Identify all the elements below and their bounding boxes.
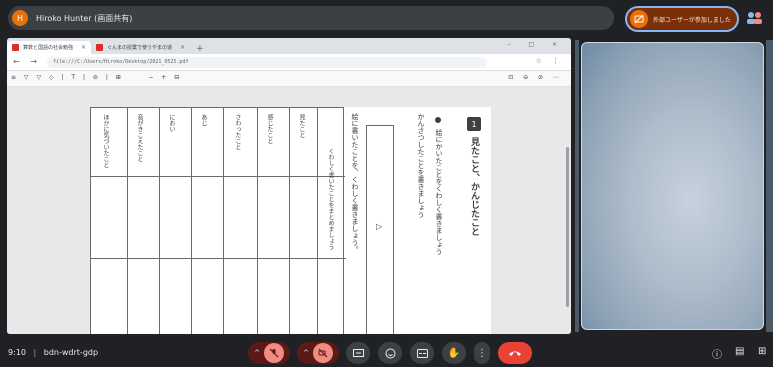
captions-button[interactable] xyxy=(410,342,434,364)
tile-edge xyxy=(575,40,579,332)
address-bar-icons[interactable]: ☆ ⋮ xyxy=(535,57,563,65)
browser-tab[interactable]: ぐんまの授業で使うやまの道 × xyxy=(91,41,190,54)
answer-box: ▷ xyxy=(366,125,394,334)
external-user-notice-label: 外部ユーザーが参加しました xyxy=(653,16,731,24)
activities-icon[interactable]: ⊞ xyxy=(758,346,766,357)
clock-time: 9:10 xyxy=(8,348,26,357)
column-label: 見たこと xyxy=(298,114,305,138)
presenter-banner[interactable]: H Hiroko Hunter (画面共有) xyxy=(8,6,614,30)
window-controls[interactable]: – □ × xyxy=(507,41,565,48)
browser-tab-strip: 算数と国語の社会勉強 × ぐんまの授業で使うやまの道 × + – □ × xyxy=(7,38,571,54)
mic-off-icon xyxy=(269,348,279,358)
column-label: あじ xyxy=(200,114,207,126)
section-number-badge: 1 xyxy=(467,117,481,131)
pdf-toolbar-right-icons[interactable]: ⊡ ⊖ ⊘ ⋯ xyxy=(508,74,563,81)
hand-icon: ✋ xyxy=(447,347,461,359)
captions-icon xyxy=(416,348,428,358)
mic-off-button[interactable] xyxy=(263,343,284,363)
external-user-notice-button[interactable]: 外部ユーザーが参加しました xyxy=(625,6,739,32)
shared-screen: 算数と国語の社会勉強 × ぐんまの授業で使うやまの道 × + – □ × ← →… xyxy=(7,38,571,334)
camera-off-button[interactable] xyxy=(312,343,333,363)
instruction-2: 絵にかいたことをくわしく書きましょう xyxy=(435,129,443,255)
emoji-button[interactable] xyxy=(378,342,402,364)
column-label: さわったこと xyxy=(234,114,241,150)
instruction-1: かんさつしたことを書きましょう xyxy=(417,113,425,218)
meeting-info: 9:10 | bdn-wdrt-gdp xyxy=(8,348,99,357)
new-tab-icon[interactable]: + xyxy=(190,44,210,54)
present-button[interactable] xyxy=(346,342,370,364)
camera-off-icon xyxy=(318,348,328,358)
top-bar: H Hiroko Hunter (画面共有) 外部ユーザーが参加しました xyxy=(0,0,773,38)
column-label: 音がきこえたこと xyxy=(136,114,143,162)
pdf-toolbar: ≡ ▽ ▽ ◇ | T | ⊘ | ⊞ − + ⊟ ⊡ ⊖ ⊘ ⋯ xyxy=(7,71,571,87)
tab-label: ぐんまの授業で使うやまの道 xyxy=(107,45,173,51)
pdf-page: ほかに気づいたこと 音がきこえたこと におい あじ さわったこと 感じたこと 見… xyxy=(90,107,491,334)
instruction-3: 絵に書いたことを、くわしく書きましょう。 xyxy=(351,113,359,253)
camera-control[interactable]: ^ xyxy=(297,342,339,364)
arrow-icon: ▷ xyxy=(376,222,383,231)
browser-tab[interactable]: 算数と国語の社会勉強 × xyxy=(7,41,92,54)
participant-video-tile[interactable] xyxy=(581,42,764,330)
more-options-button[interactable]: ⋮ xyxy=(474,342,490,364)
address-bar: ← → ⟳ file:///C:/Users/Hiroko/Desktop/20… xyxy=(7,54,571,71)
column-label: ほかに気づいたこと xyxy=(102,114,109,168)
close-tab-icon[interactable]: × xyxy=(81,44,86,51)
prompt-column: くわしく書いたことをまとめましょう xyxy=(317,108,346,334)
section-heading: 見たこと、かんじたこと xyxy=(469,137,479,236)
tab-label: 算数と国語の社会勉強 xyxy=(23,45,74,51)
scrollbar[interactable] xyxy=(566,147,569,307)
chat-icon[interactable]: ▤ xyxy=(735,346,744,357)
more-vert-icon: ⋮ xyxy=(477,347,487,359)
pdf-tools[interactable]: ≡ ▽ ▽ ◇ | T | ⊘ | ⊞ − + ⊟ xyxy=(11,74,182,81)
bottom-bar: 9:10 | bdn-wdrt-gdp ^ ^ ✋ ⋮ ⓘ ▤ ⊞ xyxy=(0,338,773,367)
info-icon[interactable]: ⓘ xyxy=(712,346,722,361)
column-label: 感じたこと xyxy=(266,114,273,144)
meeting-code: bdn-wdrt-gdp xyxy=(43,348,99,357)
pdf-icon xyxy=(12,44,19,51)
close-tab-icon[interactable]: × xyxy=(180,44,185,51)
chevron-up-icon[interactable]: ^ xyxy=(303,349,309,357)
people-icon[interactable] xyxy=(743,9,769,27)
leave-call-button[interactable] xyxy=(498,342,532,364)
bullet-icon xyxy=(435,117,441,123)
chevron-up-icon[interactable]: ^ xyxy=(254,349,260,357)
present-icon xyxy=(352,348,364,357)
external-user-icon xyxy=(630,10,648,28)
hang-up-icon xyxy=(509,351,521,356)
column-label: におい xyxy=(168,114,175,132)
tile-edge xyxy=(766,40,773,332)
raise-hand-button[interactable]: ✋ xyxy=(442,342,466,364)
presenter-avatar: H xyxy=(12,10,28,26)
pdf-viewer: ほかに気づいたこと 音がきこえたこと におい あじ さわったこと 感じたこと 見… xyxy=(7,87,571,334)
presenter-label: Hiroko Hunter (画面共有) xyxy=(36,13,133,23)
url-input[interactable]: file:///C:/Users/Hiroko/Desktop/2021_052… xyxy=(47,57,487,68)
pdf-icon xyxy=(96,44,104,51)
microphone-control[interactable]: ^ xyxy=(248,342,290,364)
mid-prompt: くわしく書いたことをまとめましょう xyxy=(327,148,334,250)
worksheet-table: ほかに気づいたこと 音がきこえたこと におい あじ さわったこと 感じたこと 見… xyxy=(90,107,346,334)
emoji-icon xyxy=(385,348,395,358)
